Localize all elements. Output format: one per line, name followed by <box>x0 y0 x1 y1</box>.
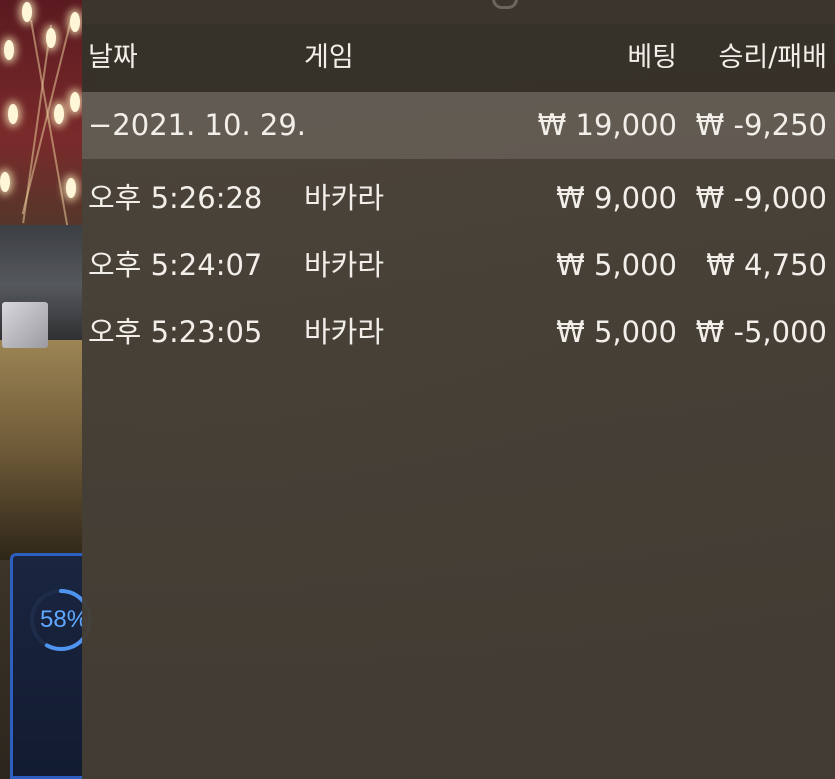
history-row[interactable]: 오후 5:26:28 바카라 ₩ 9,000 ₩ -9,000 <box>82 165 835 232</box>
history-table-header: 날짜 게임 베팅 승리/패배 <box>82 24 835 92</box>
row-bet: ₩ 5,000 <box>556 248 677 282</box>
table-surface <box>0 340 82 560</box>
history-row[interactable]: 오후 5:23:05 바카라 ₩ 5,000 ₩ -5,000 <box>82 299 835 366</box>
date-group-row[interactable]: −2021. 10. 29. ₩ 19,000 ₩ -9,250 <box>82 92 835 159</box>
row-result: ₩ -9,000 <box>695 181 827 215</box>
progress-percent-text: 58% <box>40 606 89 633</box>
history-row[interactable]: 오후 5:24:07 바카라 ₩ 5,000 ₩ 4,750 <box>82 232 835 299</box>
date-group-result-total: ₩ -9,250 <box>695 108 827 142</box>
chandelier-decoration <box>0 0 90 250</box>
row-bet: ₩ 5,000 <box>556 315 677 349</box>
row-result: ₩ -5,000 <box>695 315 827 349</box>
betting-history-panel: 날짜 게임 베팅 승리/패배 −2021. 10. 29. ₩ 19,000 ₩… <box>82 0 835 779</box>
panel-title-fragment <box>492 0 518 9</box>
header-result: 승리/패배 <box>718 42 827 73</box>
row-time: 오후 5:26:28 <box>88 181 263 215</box>
row-time: 오후 5:24:07 <box>88 248 263 282</box>
date-group-label: −2021. 10. 29. <box>88 108 306 142</box>
row-game: 바카라 <box>304 181 385 215</box>
header-bet: 베팅 <box>627 42 677 73</box>
row-game: 바카라 <box>304 248 385 282</box>
row-game: 바카라 <box>304 315 385 349</box>
header-date: 날짜 <box>88 42 138 73</box>
chip-box <box>2 302 48 348</box>
panel-top-bar <box>82 0 835 24</box>
date-group-bet-total: ₩ 19,000 <box>537 108 677 142</box>
row-result: ₩ 4,750 <box>706 248 827 282</box>
row-bet: ₩ 9,000 <box>556 181 677 215</box>
header-game: 게임 <box>304 42 354 73</box>
row-time: 오후 5:23:05 <box>88 315 263 349</box>
